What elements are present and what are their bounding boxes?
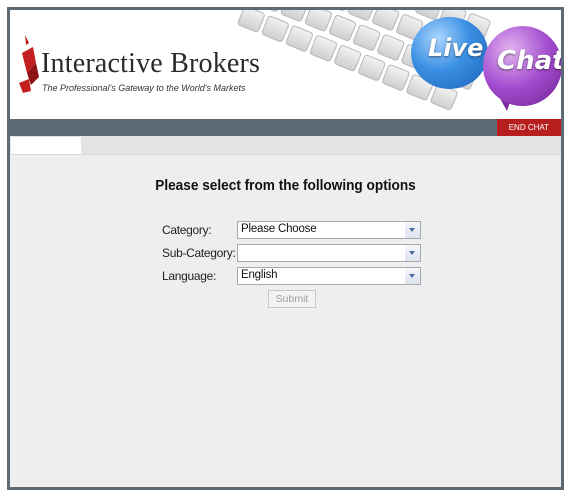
- category-value: Please Choose: [241, 223, 317, 235]
- language-label: Language:: [162, 269, 217, 283]
- brand-tagline: The Professional's Gateway to the World'…: [42, 83, 246, 93]
- language-value: English: [241, 269, 278, 281]
- chat-label: Chat: [497, 46, 561, 76]
- subcategory-label: Sub-Category:: [162, 246, 236, 260]
- category-row: Category: Please Choose: [162, 221, 432, 239]
- category-select[interactable]: Please Choose: [237, 221, 421, 239]
- subcategory-row: Sub-Category:: [162, 244, 432, 262]
- tab-active[interactable]: [11, 137, 81, 154]
- submit-button[interactable]: Submit: [268, 290, 316, 308]
- tab-strip: [10, 136, 561, 155]
- page-title: Please select from the following options: [155, 178, 416, 194]
- ib-logo-icon: [19, 35, 39, 93]
- category-label: Category:: [162, 223, 212, 237]
- language-select[interactable]: English: [237, 267, 421, 285]
- chat-window: Interactive Brokers The Professional's G…: [7, 7, 564, 490]
- header-banner: Interactive Brokers The Professional's G…: [10, 10, 561, 119]
- nav-bar: END CHAT: [10, 119, 561, 136]
- chevron-down-icon[interactable]: [405, 268, 420, 284]
- subcategory-select[interactable]: [237, 244, 421, 262]
- chevron-down-icon[interactable]: [405, 245, 420, 261]
- brand-name: Interactive Brokers: [41, 48, 261, 79]
- language-row: Language: English: [162, 267, 432, 285]
- live-label: Live: [428, 34, 484, 62]
- end-chat-button[interactable]: END CHAT: [496, 119, 561, 136]
- chevron-down-icon[interactable]: [405, 222, 420, 238]
